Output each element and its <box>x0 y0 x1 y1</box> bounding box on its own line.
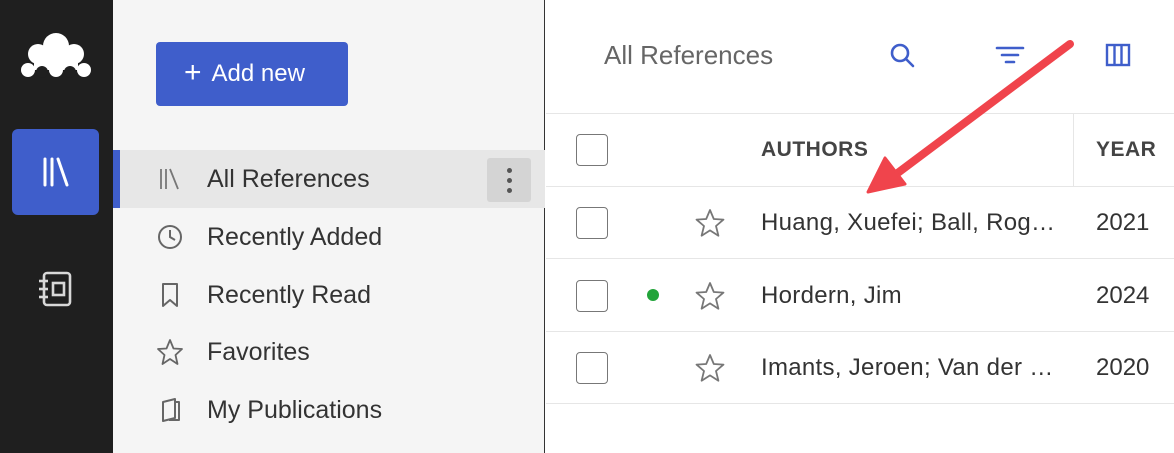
row-checkbox[interactable] <box>576 280 608 312</box>
sidebar-item-my-publications[interactable]: My Publications <box>113 381 545 439</box>
sidebar: + Add new All References Recently Added … <box>113 0 545 453</box>
references-panel: All References AUTHORS YEAR Huang, Xuefe… <box>546 0 1174 453</box>
sidebar-item-recently-read[interactable]: Recently Read <box>113 266 545 324</box>
sidebar-item-favorites[interactable]: Favorites <box>113 323 545 381</box>
filter-button[interactable] <box>994 38 1026 72</box>
column-divider[interactable] <box>1073 114 1074 186</box>
publications-icon <box>156 396 184 424</box>
sidebar-item-all-references[interactable]: All References <box>113 150 545 208</box>
sidebar-item-label: Recently Read <box>207 280 371 309</box>
star-outline-icon[interactable] <box>694 352 726 384</box>
library-icon <box>156 165 184 193</box>
columns-button[interactable] <box>1102 38 1134 72</box>
cell-authors: Huang, Xuefei; Ball, Roger; Wang, Wenfen… <box>761 209 1066 236</box>
table-row[interactable]: Hordern, Jim 2024 <box>546 260 1174 332</box>
cell-year: 2024 <box>1096 282 1150 309</box>
add-new-label: Add new <box>211 60 305 87</box>
column-header-authors[interactable]: AUTHORS <box>761 138 868 162</box>
cell-year: 2021 <box>1096 209 1150 236</box>
sidebar-item-recently-added[interactable]: Recently Added <box>113 208 545 266</box>
sidebar-item-label: My Publications <box>207 395 383 424</box>
column-header-year[interactable]: YEAR <box>1096 138 1156 162</box>
clock-icon <box>156 223 184 251</box>
table-header: AUTHORS YEAR <box>546 113 1174 187</box>
cell-authors: Imants, Jeroen; Van der Want, Anna <box>761 354 1066 381</box>
select-all-checkbox[interactable] <box>576 134 608 166</box>
library-nav-button[interactable] <box>12 129 99 215</box>
table-row[interactable]: Imants, Jeroen; Van der Want, Anna 2020 <box>546 332 1174 404</box>
sidebar-item-label: Recently Added <box>207 222 383 251</box>
mendeley-logo[interactable] <box>20 30 92 82</box>
filter-icon <box>995 46 1025 64</box>
sidebar-item-label: All References <box>207 164 370 193</box>
page-title: All References <box>604 40 774 70</box>
sidebar-item-label: Favorites <box>207 337 310 366</box>
library-icon <box>43 157 68 187</box>
row-checkbox[interactable] <box>576 207 608 239</box>
add-new-button[interactable]: + Add new <box>156 42 348 106</box>
row-checkbox[interactable] <box>576 352 608 384</box>
more-options-icon[interactable] <box>487 158 531 202</box>
star-outline-icon[interactable] <box>694 207 726 239</box>
search-button[interactable] <box>886 38 918 72</box>
app-rail <box>0 0 113 453</box>
plus-icon: + <box>184 55 202 89</box>
cell-authors: Hordern, Jim <box>761 282 902 309</box>
table-row[interactable]: Huang, Xuefei; Ball, Roger; Wang, Wenfen… <box>546 187 1174 259</box>
cell-year: 2020 <box>1096 354 1150 381</box>
bookmark-icon <box>156 281 184 309</box>
notebook-icon <box>38 271 71 307</box>
search-icon <box>890 43 915 68</box>
columns-icon <box>1105 43 1131 67</box>
star-outline-icon[interactable] <box>694 280 726 312</box>
unread-indicator <box>647 289 659 301</box>
star-outline-icon <box>156 338 184 366</box>
notebooks-nav-button[interactable] <box>12 246 99 332</box>
